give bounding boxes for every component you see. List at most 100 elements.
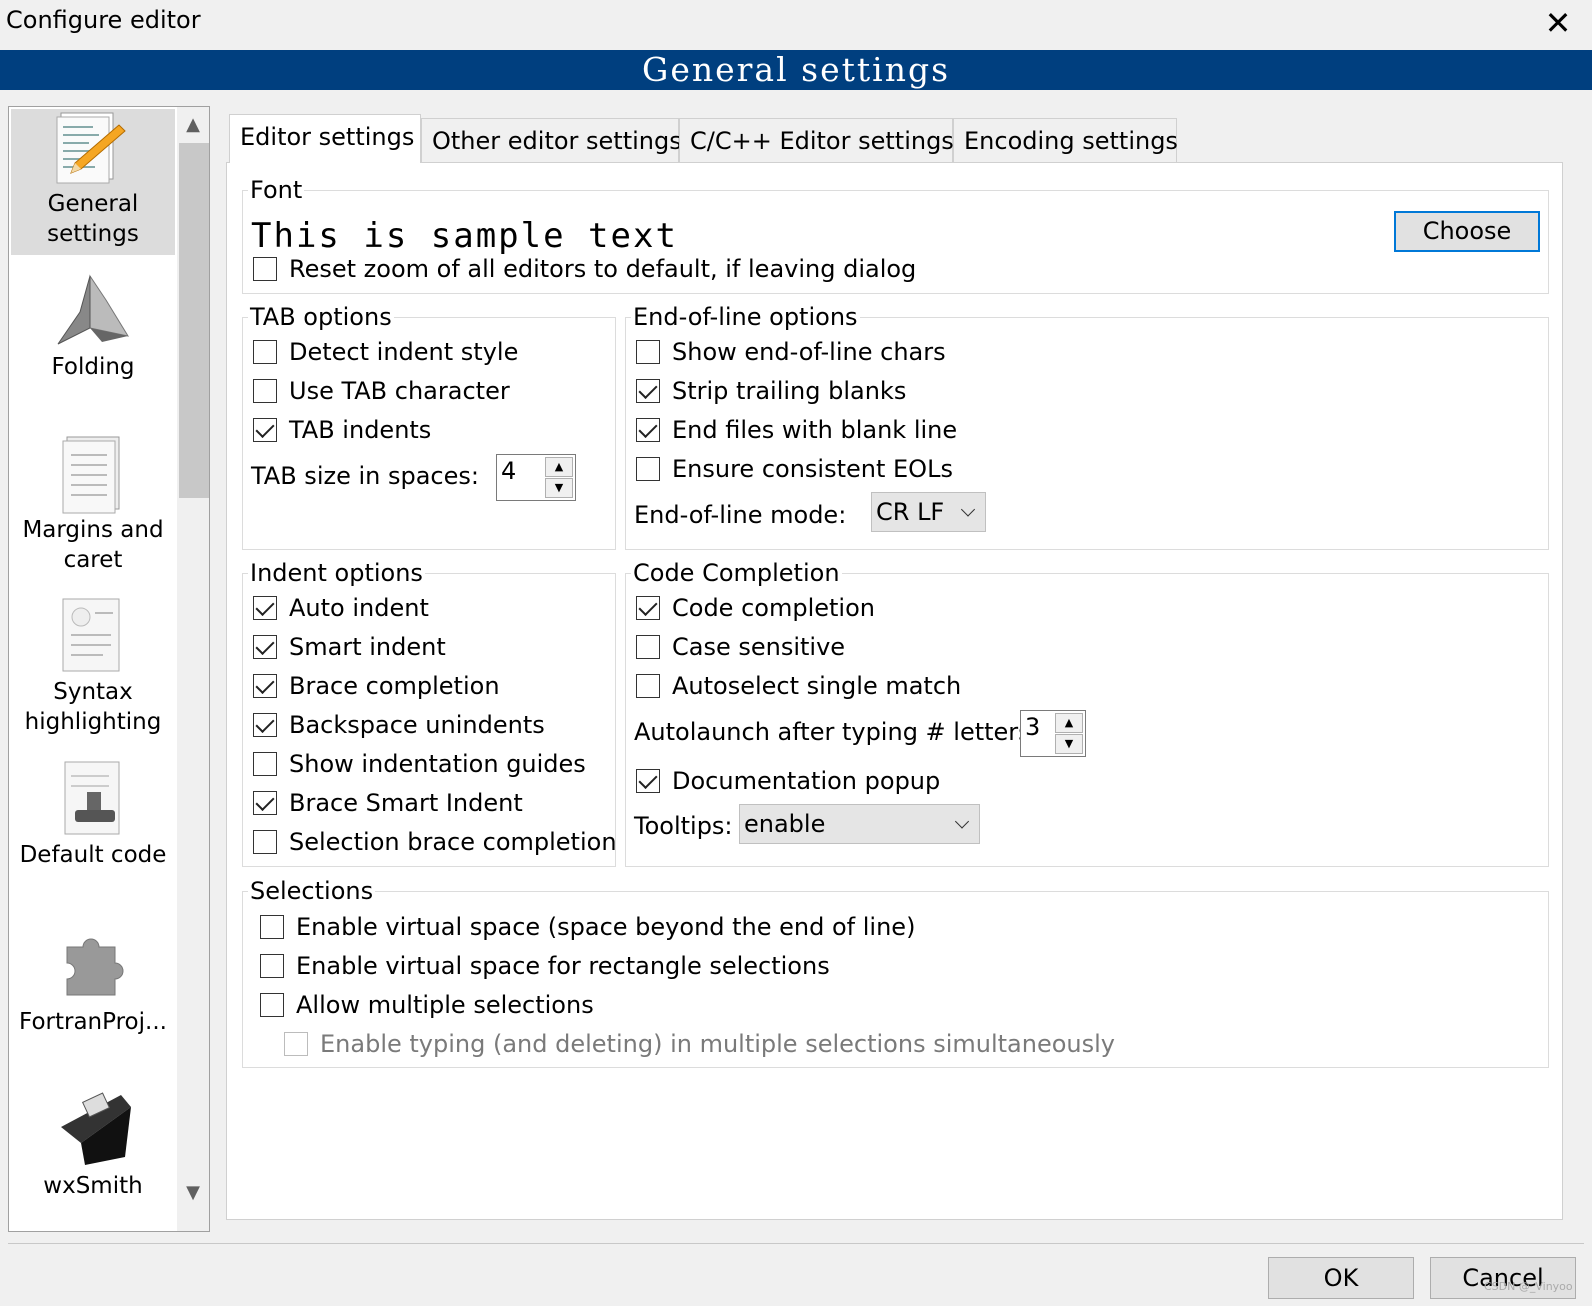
detect-indent-style-checkbox[interactable]: Detect indent style: [253, 338, 518, 366]
use-tab-character-checkbox[interactable]: Use TAB character: [253, 377, 510, 405]
backspace-unindents-checkbox[interactable]: Backspace unindents: [253, 711, 545, 739]
tooltips-select[interactable]: enable: [739, 804, 980, 844]
scrollbar-thumb[interactable]: [179, 143, 209, 498]
checkbox-label: Allow multiple selections: [296, 991, 594, 1019]
checkbox-box: [253, 713, 277, 737]
origami-bird-icon: [57, 274, 130, 345]
checkbox-box: [253, 379, 277, 403]
ok-button[interactable]: OK: [1268, 1257, 1414, 1299]
case-sensitive-checkbox[interactable]: Case sensitive: [636, 633, 845, 661]
smart-indent-checkbox[interactable]: Smart indent: [253, 633, 446, 661]
checkbox-label: Code completion: [672, 594, 875, 622]
scroll-up-icon[interactable]: ▲: [177, 109, 209, 141]
checkbox-label: End files with blank line: [672, 416, 958, 444]
sidebar-item-label: Margins and caret: [22, 517, 164, 573]
document-stamp-icon: [64, 761, 120, 835]
selection-brace-completion-checkbox[interactable]: Selection brace completion: [253, 828, 617, 856]
brace-completion-checkbox[interactable]: Brace completion: [253, 672, 500, 700]
show-indentation-guides-checkbox[interactable]: Show indentation guides: [253, 750, 586, 778]
scroll-down-icon[interactable]: ▼: [177, 1177, 209, 1209]
autolaunch-stepper[interactable]: 3 ▲ ▼: [1020, 710, 1086, 757]
checkbox-label: Brace Smart Indent: [289, 789, 523, 817]
checkbox-label: Detect indent style: [289, 338, 519, 366]
allow-multiple-selections-checkbox[interactable]: Allow multiple selections: [260, 991, 594, 1019]
sidebar-item-general-settings[interactable]: General settings: [11, 109, 175, 255]
checkbox-box: [284, 1032, 308, 1056]
close-icon[interactable]: ✕: [1536, 2, 1580, 44]
sidebar-item-wxsmith[interactable]: wxSmith: [11, 1087, 175, 1201]
checkbox-box: [636, 457, 660, 481]
checkbox-label: Selection brace completion: [289, 828, 617, 856]
checkbox-box: [636, 674, 660, 698]
sidebar-item-label: General settings: [47, 191, 139, 247]
sidebar-item-default-code[interactable]: Default code: [11, 760, 175, 870]
choose-font-button[interactable]: Choose: [1394, 211, 1540, 252]
tab-editor-settings[interactable]: Editor settings: [229, 114, 421, 163]
document-highlight-icon: [62, 598, 120, 672]
sidebar-scrollbar[interactable]: ▲ ▼: [177, 107, 209, 1231]
ensure-consistent-eols-checkbox[interactable]: Ensure consistent EOLs: [636, 455, 953, 483]
documentation-popup-checkbox[interactable]: Documentation popup: [636, 767, 940, 795]
checkbox-label: Reset zoom of all editors to default, if…: [289, 255, 917, 283]
autoselect-single-match-checkbox[interactable]: Autoselect single match: [636, 672, 961, 700]
checkbox-box: [636, 596, 660, 620]
font-legend: Font: [248, 176, 305, 204]
sidebar-item-syntax-highlighting[interactable]: Syntax highlighting: [11, 597, 175, 737]
reset-zoom-checkbox[interactable]: Reset zoom of all editors to default, if…: [253, 255, 916, 283]
auto-indent-checkbox[interactable]: Auto indent: [253, 594, 429, 622]
tooltips-value: enable: [744, 810, 826, 838]
stepper-down-icon[interactable]: ▼: [1055, 734, 1083, 754]
stepper-up-icon[interactable]: ▲: [1055, 713, 1083, 733]
checkbox-box: [260, 915, 284, 939]
virtual-space-rectangle-checkbox[interactable]: Enable virtual space for rectangle selec…: [260, 952, 830, 980]
puzzle-piece-icon: [66, 938, 124, 996]
checkbox-box: [253, 752, 277, 776]
brace-smart-indent-checkbox[interactable]: Brace Smart Indent: [253, 789, 523, 817]
tab-size-value: 4: [501, 457, 517, 485]
sidebar-item-folding[interactable]: Folding: [11, 272, 175, 382]
checkbox-label: Use TAB character: [289, 377, 510, 405]
checkbox-box: [260, 954, 284, 978]
eol-mode-value: CR LF: [876, 498, 945, 526]
checkbox-box: [636, 379, 660, 403]
sidebar-item-margins-and-caret[interactable]: Margins and caret: [11, 435, 175, 575]
checkbox-label: Enable virtual space (space beyond the e…: [296, 913, 916, 941]
stepper-up-icon[interactable]: ▲: [545, 457, 573, 477]
document-margins-icon: [62, 436, 120, 514]
checkbox-box: [253, 791, 277, 815]
autolaunch-value: 3: [1025, 713, 1041, 741]
tab-indents-checkbox[interactable]: TAB indents: [253, 416, 431, 444]
strip-trailing-blanks-checkbox[interactable]: Strip trailing blanks: [636, 377, 906, 405]
end-files-blank-line-checkbox[interactable]: End files with blank line: [636, 416, 957, 444]
enable-virtual-space-checkbox[interactable]: Enable virtual space (space beyond the e…: [260, 913, 915, 941]
typing-multiple-selections-checkbox: Enable typing (and deleting) in multiple…: [284, 1030, 1115, 1058]
font-sample-text: This is sample text: [251, 216, 678, 256]
code-completion-legend: Code Completion: [631, 559, 842, 587]
sidebar-item-fortranproj[interactable]: FortranProj...: [11, 927, 175, 1037]
checkbox-box: [253, 635, 277, 659]
checkbox-label: Show end-of-line chars: [672, 338, 946, 366]
checkbox-box: [253, 830, 277, 854]
code-completion-checkbox[interactable]: Code completion: [636, 594, 875, 622]
tooltips-label: Tooltips:: [634, 812, 733, 840]
eol-mode-select[interactable]: CR LF: [871, 492, 986, 532]
checkbox-label: TAB indents: [289, 416, 432, 444]
eol-options-legend: End-of-line options: [631, 303, 860, 331]
title-bar: Configure editor ✕: [0, 0, 1592, 50]
stepper-down-icon[interactable]: ▼: [545, 478, 573, 498]
tab-size-stepper[interactable]: 4 ▲ ▼: [496, 454, 576, 501]
tab-encoding-settings[interactable]: Encoding settings: [953, 118, 1178, 162]
checkbox-label: Case sensitive: [672, 633, 846, 661]
checkbox-label: Smart indent: [289, 633, 446, 661]
page-banner: General settings: [0, 50, 1592, 90]
tab-cpp-editor-settings[interactable]: C/C++ Editor settings: [679, 118, 954, 162]
checkbox-label: Show indentation guides: [289, 750, 586, 778]
checkbox-label: Autoselect single match: [672, 672, 962, 700]
eol-mode-label: End-of-line mode:: [634, 501, 847, 529]
autolaunch-label: Autolaunch after typing # letters:: [634, 718, 1039, 746]
tab-other-editor-settings[interactable]: Other editor settings: [421, 118, 682, 162]
checkbox-label: Ensure consistent EOLs: [672, 455, 953, 483]
checkbox-label: Brace completion: [289, 672, 500, 700]
checkbox-label: Documentation popup: [672, 767, 941, 795]
show-eol-chars-checkbox[interactable]: Show end-of-line chars: [636, 338, 946, 366]
